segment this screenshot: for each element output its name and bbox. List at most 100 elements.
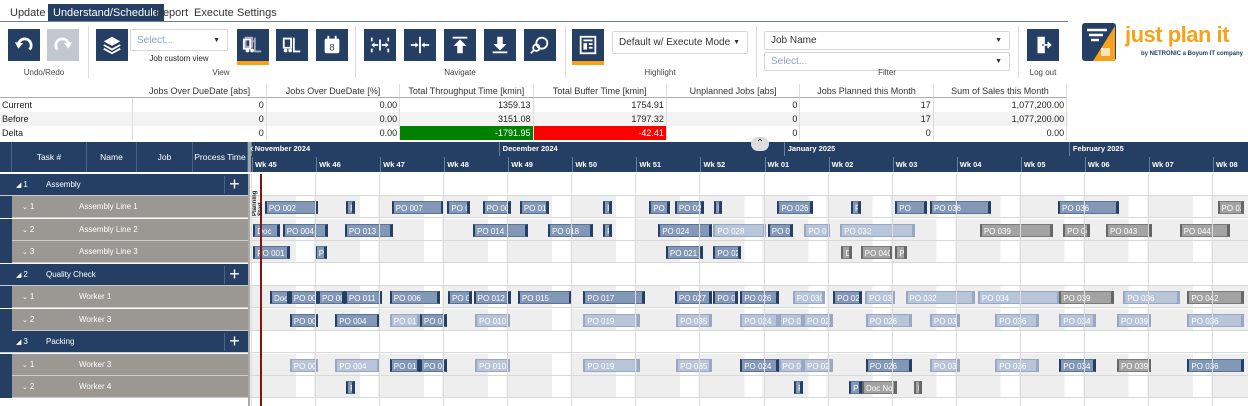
group-row[interactable]: ◢ 1 Assembly +: [0, 174, 248, 196]
task-bar[interactable]: PO 039: [1116, 358, 1151, 372]
plus-icon[interactable]: +: [224, 332, 244, 352]
task-bar[interactable]: PO: [314, 246, 327, 260]
resource-row[interactable]: ⌄ 1 Worker 3: [0, 353, 248, 376]
task-bar[interactable]: PO 040: [860, 246, 893, 260]
tab-settings[interactable]: Settings: [232, 4, 282, 22]
column-header-task[interactable]: Task #: [12, 142, 87, 172]
task-bar[interactable]: PO 032: [905, 291, 976, 305]
task-bar[interactable]: PO 001: [253, 246, 291, 260]
task-bar[interactable]: PO 026: [833, 291, 862, 305]
group-row[interactable]: ◢ 2 Quality Check +: [0, 263, 248, 286]
chevron-down-icon[interactable]: ⌄: [22, 249, 30, 256]
task-bar[interactable]: PO 024: [658, 223, 713, 237]
task-bar[interactable]: PO 036: [995, 358, 1040, 372]
chevron-down-icon[interactable]: ⌄: [22, 294, 30, 301]
column-header-job[interactable]: Job: [137, 142, 193, 172]
chevron-down-icon[interactable]: ⌄: [22, 384, 30, 391]
highlight-select[interactable]: Default w/ Execute Mode ▼: [612, 31, 748, 54]
task-bar[interactable]: PO 028: [778, 358, 804, 372]
task-bar[interactable]: PO: [603, 201, 613, 215]
task-bar[interactable]: PO 0: [447, 201, 471, 215]
chevron-down-icon[interactable]: ⌄: [22, 204, 30, 211]
task-bar[interactable]: PO 044: [1179, 223, 1230, 237]
task-bar[interactable]: PO 034: [1059, 358, 1097, 372]
task-bar[interactable]: PO 027: [674, 291, 713, 305]
logout-button[interactable]: [1027, 29, 1059, 61]
chevron-down-icon[interactable]: ⌄: [22, 227, 30, 234]
calendar-button[interactable]: 8: [316, 29, 348, 61]
task-bar[interactable]: PO: [913, 381, 923, 395]
task-bar[interactable]: PO: [603, 223, 613, 237]
task-bar[interactable]: PO 039: [979, 223, 1053, 237]
filter-field-select[interactable]: Job Name ▼: [764, 31, 1010, 50]
task-bar[interactable]: PO 036: [1187, 313, 1245, 327]
task-bar[interactable]: PO: [851, 201, 862, 215]
task-bar[interactable]: PO 010: [474, 358, 511, 372]
task-bar[interactable]: Doc: [841, 246, 852, 260]
task-bar[interactable]: PO: [895, 246, 908, 260]
task-bar[interactable]: PO 010: [474, 313, 511, 327]
resource-row[interactable]: ⌄ 2 Assembly Line 2: [0, 218, 248, 241]
undo-button[interactable]: [8, 29, 40, 61]
task-bar[interactable]: PO: [849, 381, 862, 395]
task-bar[interactable]: PO: [713, 201, 723, 215]
plus-icon[interactable]: +: [224, 265, 244, 284]
task-bar[interactable]: PO 043: [1106, 223, 1153, 237]
task-bar[interactable]: PO 024: [740, 358, 779, 372]
task-bar[interactable]: PO: [895, 201, 928, 215]
task-bar[interactable]: PO 036: [1123, 291, 1181, 305]
task-bar[interactable]: PO: [649, 201, 670, 215]
task-bar[interactable]: PO 028: [713, 223, 766, 237]
task-bar[interactable]: PO 002: [317, 291, 345, 305]
task-bar[interactable]: PO 01: [389, 313, 420, 327]
highlight-button[interactable]: [572, 29, 604, 61]
task-bar[interactable]: PO 007: [391, 201, 445, 215]
chevron-down-icon[interactable]: ⌄: [22, 362, 30, 369]
group-row[interactable]: ◢ 3 Packing +: [0, 331, 248, 354]
tab-update[interactable]: Update: [5, 4, 50, 22]
task-bar[interactable]: PO 007: [448, 291, 473, 305]
task-bar[interactable]: PO 039: [1116, 313, 1151, 327]
task-bar[interactable]: PO 026: [777, 201, 813, 215]
task-bar[interactable]: PO 004: [282, 223, 328, 237]
task-bar[interactable]: PO 036: [995, 313, 1040, 327]
task-bar[interactable]: PO 021: [665, 246, 704, 260]
task-bar[interactable]: PO 001: [289, 313, 318, 327]
task-bar[interactable]: PO 019: [583, 358, 641, 372]
task-bar[interactable]: PO 004: [335, 358, 381, 372]
task-bar[interactable]: PO 026: [865, 313, 912, 327]
column-header-process-time[interactable]: Process Time: [193, 142, 248, 172]
task-bar[interactable]: PO 040: [1063, 223, 1091, 237]
task-bar[interactable]: PO 024: [740, 313, 779, 327]
task-bar[interactable]: PO 036: [1058, 201, 1119, 215]
task-bar[interactable]: PO: [794, 381, 803, 395]
tab-report[interactable]: Report: [150, 4, 193, 22]
task-bar[interactable]: PO 002: [264, 201, 318, 215]
scroll-left-icon[interactable]: ‹: [250, 142, 254, 156]
task-bar[interactable]: PO 035: [676, 358, 713, 372]
find-button[interactable]: [524, 29, 556, 61]
task-bar[interactable]: PO 034: [1059, 313, 1097, 327]
task-bar[interactable]: PO 038: [1217, 201, 1245, 215]
task-bar[interactable]: PO 012: [473, 291, 512, 305]
task-bar[interactable]: PO 026: [740, 291, 779, 305]
fit-view-button[interactable]: [364, 29, 396, 61]
task-bar[interactable]: PO 004: [335, 313, 381, 327]
redo-button[interactable]: [47, 29, 79, 61]
task-bar[interactable]: PO 035: [676, 313, 713, 327]
compress-view-button[interactable]: [404, 29, 436, 61]
task-bar[interactable]: Doc: [269, 291, 290, 305]
plus-icon[interactable]: +: [224, 175, 244, 194]
task-bar[interactable]: PO 013: [344, 223, 393, 237]
tab-understand-schedule[interactable]: Understand/Schedule: [48, 4, 164, 22]
scroll-bottom-button[interactable]: [484, 29, 516, 61]
task-bar[interactable]: PO: [346, 381, 355, 395]
task-bar[interactable]: PO 024: [713, 291, 738, 305]
multi-resource-view-button[interactable]: [237, 29, 269, 61]
task-bar[interactable]: PO 032: [840, 223, 916, 237]
resource-row[interactable]: ⌄ 1 Worker 1: [0, 286, 248, 309]
chevron-down-icon[interactable]: ⌄: [22, 317, 30, 324]
task-bar[interactable]: PO 015: [519, 201, 549, 215]
task-bar[interactable]: PO 036: [929, 201, 991, 215]
task-bar[interactable]: Doc: [253, 223, 281, 237]
